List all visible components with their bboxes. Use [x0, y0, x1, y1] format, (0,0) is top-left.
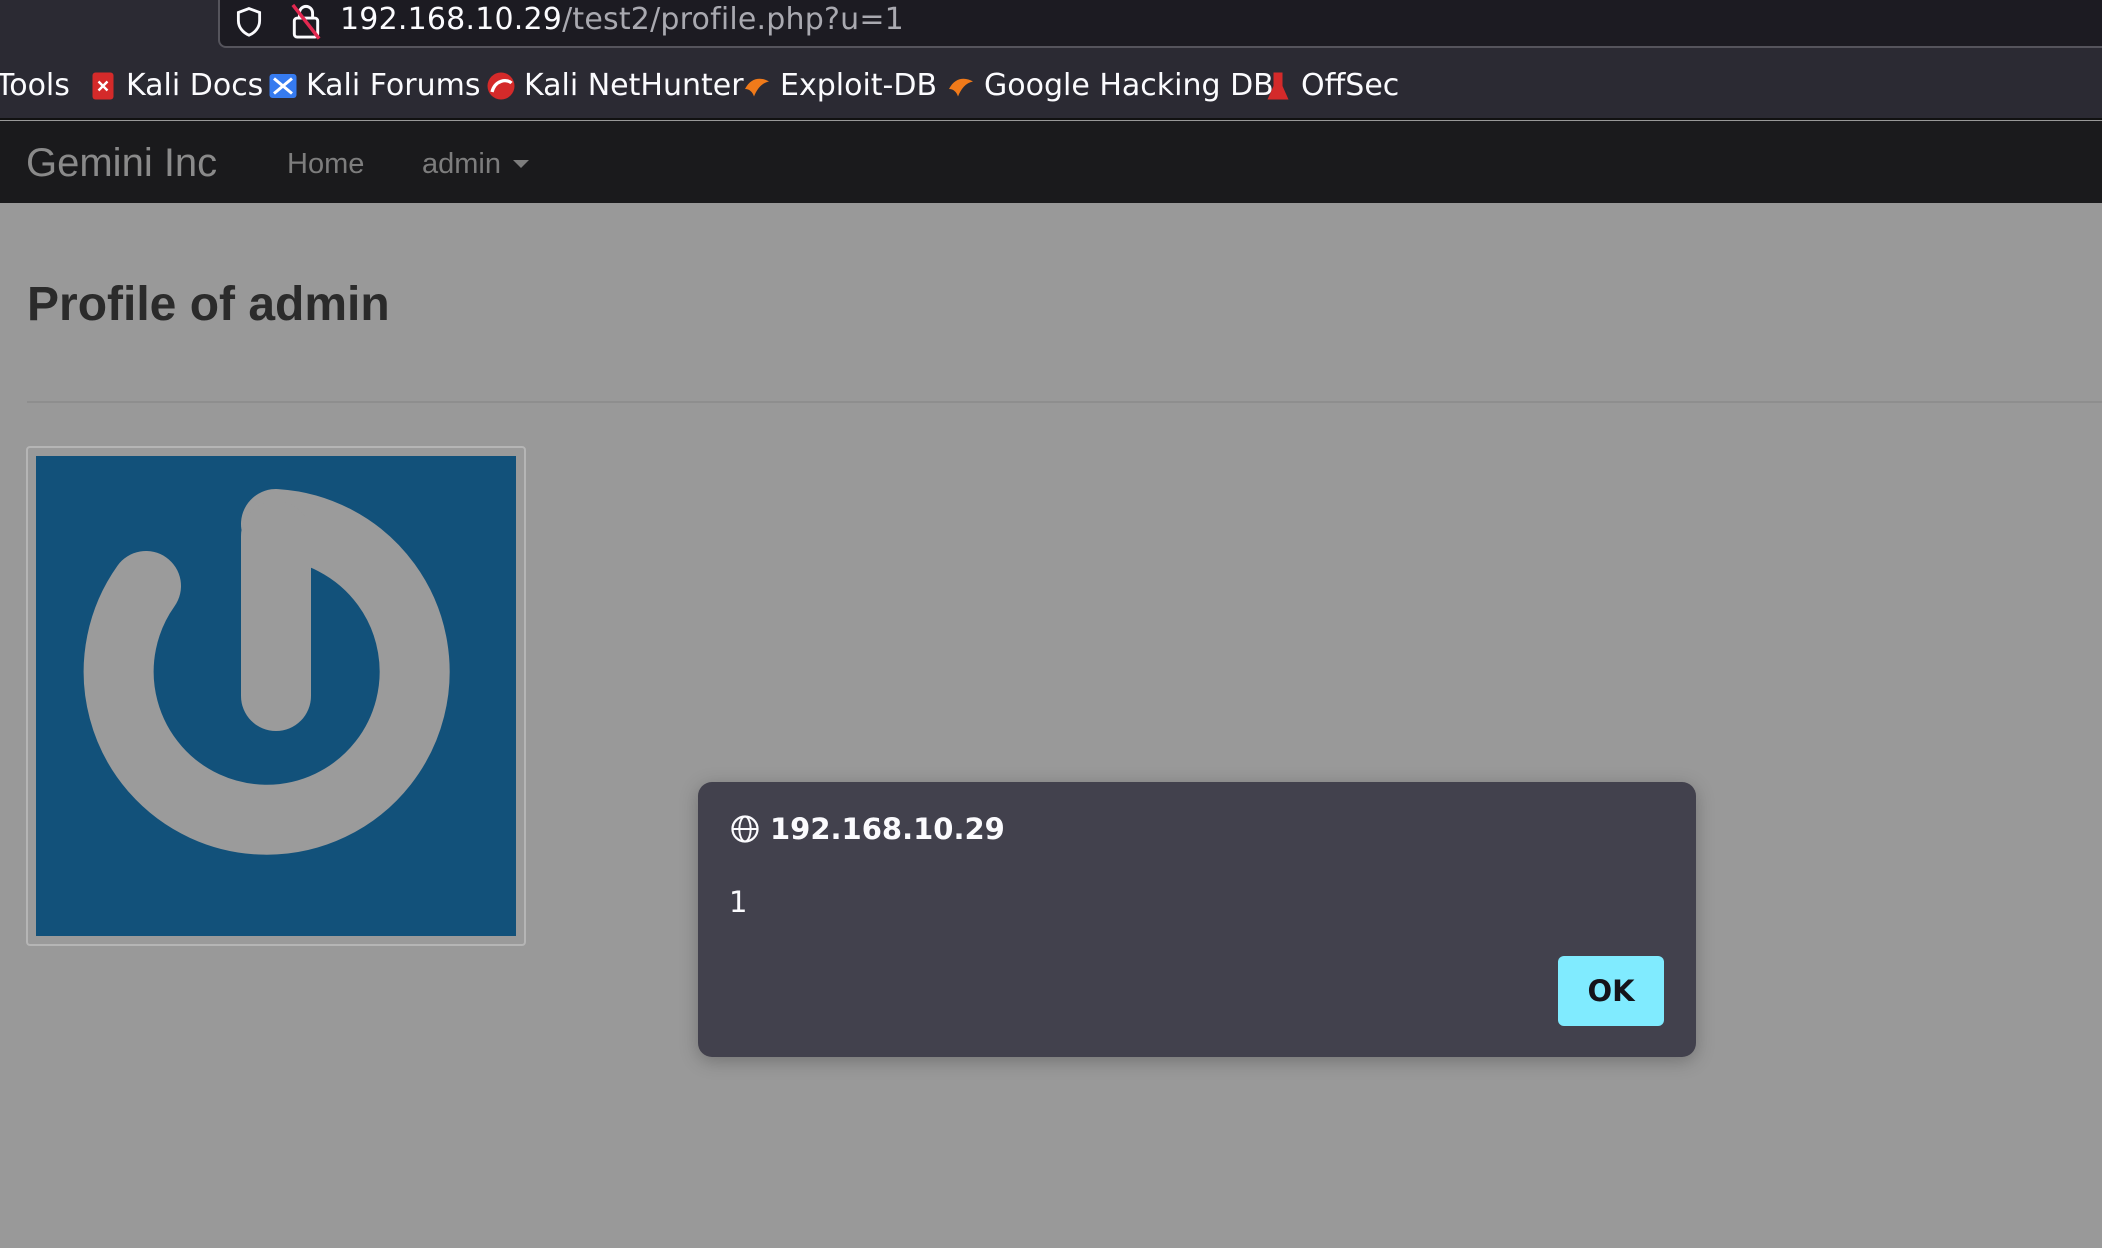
kali-docs-icon	[92, 72, 114, 100]
bookmark-label: Kali Forums	[306, 68, 481, 103]
alert-dialog: 192.168.10.29 1 OK	[698, 782, 1696, 1057]
bookmark-label: Kali NetHunter	[524, 68, 744, 103]
insecure-lock-icon[interactable]	[288, 2, 324, 40]
shield-icon[interactable]	[232, 5, 266, 39]
bookmark-google-hacking-db[interactable]: Google Hacking DB	[946, 68, 1274, 104]
url-path: /test2/profile.php?u=1	[562, 2, 904, 37]
nav-admin-dropdown[interactable]: admin	[422, 148, 529, 180]
url-text[interactable]: 192.168.10.29/test2/profile.php?u=1	[340, 3, 904, 37]
nav-home-link[interactable]: Home	[287, 148, 364, 180]
bookmark-label: OffSec	[1301, 68, 1400, 103]
bookmark-tools[interactable]: Tools	[0, 68, 70, 104]
bookmark-label: Google Hacking DB	[984, 68, 1274, 103]
exploit-db-icon	[745, 78, 769, 97]
navbar-brand[interactable]: Gemini Inc	[26, 141, 217, 185]
kali-forums-icon	[269, 74, 297, 98]
power-logo-icon	[36, 456, 516, 936]
dialog-origin: 192.168.10.29	[770, 812, 1005, 846]
avatar-thumbnail	[26, 446, 526, 946]
bookmark-label: Tools	[0, 68, 70, 103]
bookmark-kali-forums[interactable]: Kali Forums	[268, 68, 480, 104]
bookmark-offsec[interactable]: OffSec	[1263, 68, 1399, 104]
nav-admin-label: admin	[422, 148, 501, 180]
site-navbar: Gemini Inc Home admin	[0, 121, 2102, 203]
bookmarks-toolbar: Tools Kali Docs Kali Forums Kali NetHunt…	[0, 50, 2102, 120]
bookmark-kali-docs[interactable]: Kali Docs	[88, 68, 263, 104]
bookmark-kali-nethunter[interactable]: Kali NetHunter	[486, 68, 744, 104]
kali-nethunter-icon	[487, 72, 515, 100]
bookmark-exploit-db[interactable]: Exploit-DB	[742, 68, 937, 104]
bookmark-label: Kali Docs	[126, 68, 264, 103]
caret-down-icon	[513, 160, 529, 168]
url-host: 192.168.10.29	[340, 2, 563, 37]
bookmark-label: Exploit-DB	[780, 68, 938, 103]
dialog-message: 1	[729, 885, 748, 919]
ghdb-icon	[949, 78, 973, 97]
globe-icon	[731, 815, 759, 843]
divider	[27, 401, 2102, 403]
page-title: Profile of admin	[27, 278, 390, 331]
ok-button[interactable]: OK	[1558, 956, 1664, 1026]
offsec-icon	[1267, 72, 1289, 100]
